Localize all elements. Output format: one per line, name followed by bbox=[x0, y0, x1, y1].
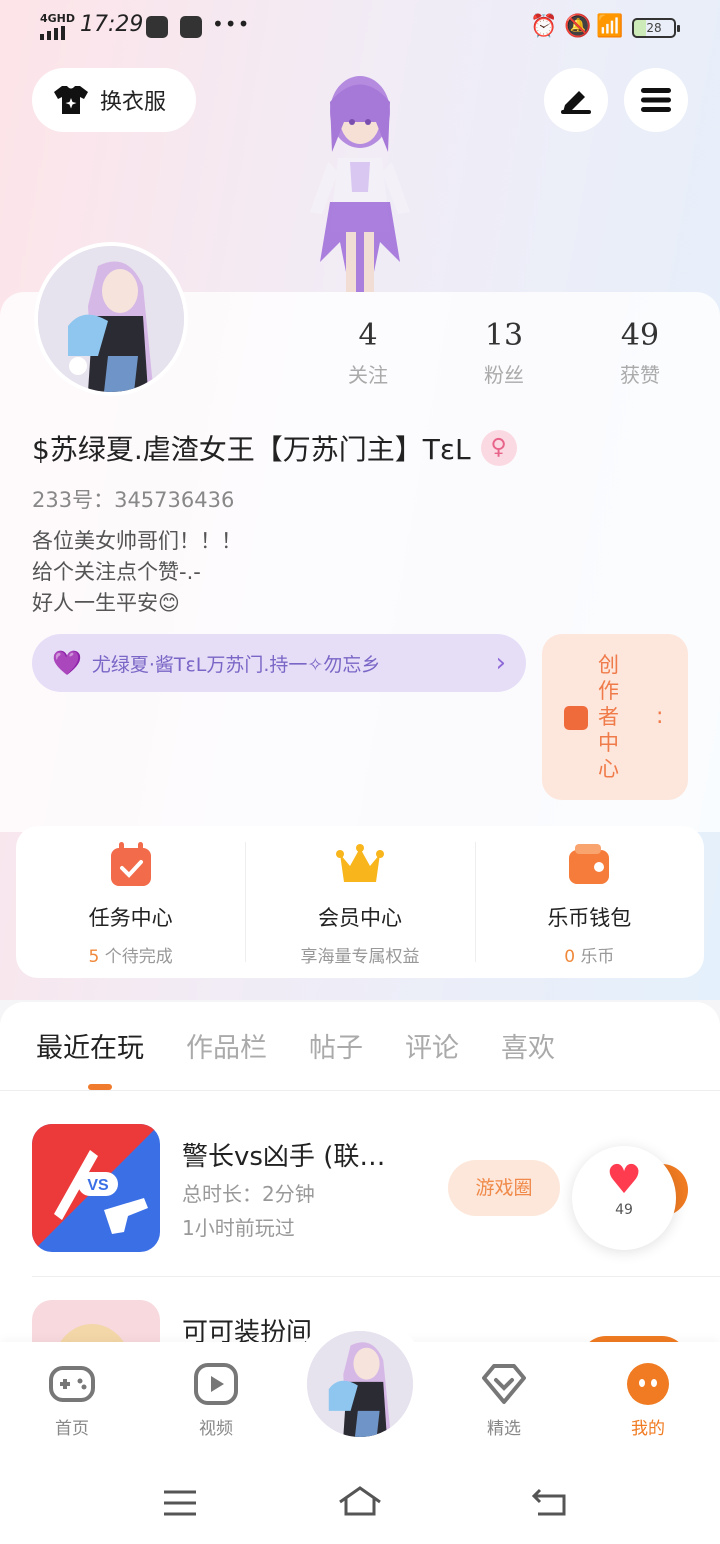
creator-center-label: 创作者中心 bbox=[598, 653, 619, 781]
avatar-3d-figure[interactable] bbox=[280, 62, 440, 294]
menu-button[interactable] bbox=[624, 68, 688, 132]
female-gender-icon: ♀ bbox=[480, 430, 517, 466]
following-stat[interactable]: 4 关注 bbox=[300, 318, 436, 388]
nav-video[interactable]: 视频 bbox=[176, 1362, 256, 1439]
divider bbox=[32, 1276, 720, 1277]
vip-center-button[interactable]: 会员中心 享海量专属权益 bbox=[245, 826, 474, 978]
likes-stat[interactable]: 49 获赞 bbox=[572, 318, 708, 388]
creator-icon bbox=[564, 706, 588, 730]
content-tabs: 最近在玩 作品栏 帖子 评论 喜欢 bbox=[36, 1026, 555, 1065]
game-name: 警长vs凶手 (联… bbox=[182, 1142, 386, 1172]
tab-recently-played[interactable]: 最近在玩 bbox=[36, 1026, 144, 1065]
profile-stats: 4 关注 13 粉丝 49 获赞 bbox=[300, 318, 710, 388]
tab-comments[interactable]: 评论 bbox=[405, 1026, 459, 1065]
gamepad-icon bbox=[49, 1366, 95, 1402]
nav-featured[interactable]: 精选 bbox=[464, 1362, 544, 1439]
wallet-label: 乐币钱包 bbox=[547, 906, 632, 930]
task-center-sub: 5 个待完成 bbox=[88, 947, 173, 967]
play-video-icon bbox=[194, 1363, 238, 1405]
notification-app-icon bbox=[146, 16, 168, 38]
purple-heart-icon: 💜 bbox=[52, 649, 82, 677]
nav-home[interactable]: 首页 bbox=[32, 1362, 112, 1439]
task-center-button[interactable]: 任务中心 5 个待完成 bbox=[16, 826, 245, 978]
tab-works[interactable]: 作品栏 bbox=[186, 1026, 267, 1065]
avatar-image bbox=[307, 1331, 413, 1437]
heart-icon: ♥ bbox=[606, 1157, 642, 1203]
signal-icon bbox=[40, 26, 65, 40]
user-nickname-row: $苏绿夏.虐渣女王【万苏门主】TεL ♀ bbox=[32, 428, 517, 468]
user-id[interactable]: 233号：345736436 bbox=[32, 484, 234, 514]
vip-center-label: 会员中心 bbox=[317, 906, 402, 930]
crown-icon bbox=[335, 844, 384, 882]
mine-face-icon bbox=[627, 1363, 669, 1405]
creator-center-button[interactable]: 创作者中心 : bbox=[542, 634, 688, 800]
tab-likes[interactable]: 喜欢 bbox=[501, 1026, 555, 1065]
bio-line: 各位美女帅哥们！！！ bbox=[32, 529, 242, 553]
divider bbox=[0, 1090, 720, 1091]
battery-icon: 28 bbox=[632, 18, 680, 38]
following-label: 关注 bbox=[348, 363, 388, 387]
followers-stat[interactable]: 13 粉丝 bbox=[436, 318, 572, 388]
svg-text:VS: VS bbox=[87, 1177, 109, 1194]
calendar-check-icon bbox=[110, 842, 151, 886]
clock: 17:29 bbox=[80, 12, 144, 37]
wifi-icon: 📶 bbox=[596, 14, 624, 39]
featured-heart-icon bbox=[482, 1364, 526, 1404]
bio-line: 给个关注点个赞-.- bbox=[32, 560, 201, 584]
hamburger-menu-icon bbox=[641, 88, 671, 112]
likes-count: 49 bbox=[620, 318, 660, 353]
user-nickname: $苏绿夏.虐渣女王【万苏门主】TεL bbox=[32, 433, 471, 466]
system-navigation-bar bbox=[0, 1470, 720, 1544]
shirt-icon bbox=[54, 86, 88, 114]
followers-count: 13 bbox=[484, 318, 524, 353]
avatar-image bbox=[38, 246, 184, 392]
followers-label: 粉丝 bbox=[484, 363, 524, 387]
likes-label: 获赞 bbox=[620, 363, 660, 387]
quick-actions-card: 任务中心 5 个待完成 会员中心 享海量专属权益 乐币钱包 0 乐币 bbox=[16, 826, 704, 978]
game-last-played: 1小时前玩过 bbox=[182, 1216, 295, 1240]
wallet-icon bbox=[569, 844, 610, 884]
nav-home-label: 首页 bbox=[55, 1419, 89, 1439]
edit-profile-button[interactable] bbox=[544, 68, 608, 132]
home-icon[interactable] bbox=[336, 1484, 384, 1518]
back-icon[interactable] bbox=[530, 1486, 568, 1516]
like-count: 49 bbox=[615, 1202, 633, 1218]
nav-video-label: 视频 bbox=[199, 1419, 233, 1439]
nav-mine-label: 我的 bbox=[631, 1419, 665, 1439]
game-playtime: 总时长：2分钟 bbox=[182, 1182, 315, 1206]
chevron-right-icon: › bbox=[495, 648, 506, 678]
nav-featured-label: 精选 bbox=[487, 1419, 521, 1439]
game-icon-sheriff-vs-murderer: VS bbox=[32, 1124, 160, 1252]
bio-line: 好人一生平安😊 bbox=[32, 591, 180, 615]
more-notifications-icon: ••• bbox=[212, 12, 251, 36]
nav-avatar-button[interactable] bbox=[304, 1328, 416, 1440]
tab-posts[interactable]: 帖子 bbox=[309, 1026, 363, 1065]
user-bio: 各位美女帅哥们！！！ 给个关注点个赞-.- 好人一生平安😊 bbox=[32, 526, 242, 619]
network-type: 4GHD bbox=[40, 12, 76, 25]
notification-mail-icon bbox=[180, 16, 202, 38]
wallet-sub: 0 乐币 bbox=[564, 947, 615, 967]
pen-icon bbox=[561, 91, 591, 114]
change-outfit-button[interactable]: 换衣服 bbox=[32, 68, 196, 132]
creator-more-icon: : bbox=[656, 704, 664, 729]
fan-club-pill[interactable]: 💜 尤绿夏·酱TεL万苏门.持一✧勿忘乡 › bbox=[32, 634, 526, 692]
wallet-button[interactable]: 乐币钱包 0 乐币 bbox=[474, 826, 704, 978]
user-avatar[interactable] bbox=[34, 242, 188, 396]
task-center-label: 任务中心 bbox=[88, 906, 173, 930]
game-circle-button[interactable]: 游戏圈 bbox=[448, 1160, 560, 1216]
mute-icon: 🔕 bbox=[564, 14, 592, 39]
nav-mine[interactable]: 我的 bbox=[608, 1362, 688, 1439]
vip-center-sub: 享海量专属权益 bbox=[300, 947, 420, 967]
status-bar: 4GHD 17:29 ••• ⏰ 🔕 📶 28 bbox=[0, 0, 720, 56]
change-outfit-label: 换衣服 bbox=[100, 90, 167, 115]
fan-club-name: 尤绿夏·酱TεL万苏门.持一✧勿忘乡 bbox=[91, 653, 381, 676]
alarm-icon: ⏰ bbox=[530, 14, 558, 39]
like-floating-button[interactable]: ♥ 49 bbox=[572, 1146, 676, 1250]
recent-apps-icon[interactable] bbox=[162, 1488, 198, 1518]
following-count: 4 bbox=[358, 318, 378, 353]
